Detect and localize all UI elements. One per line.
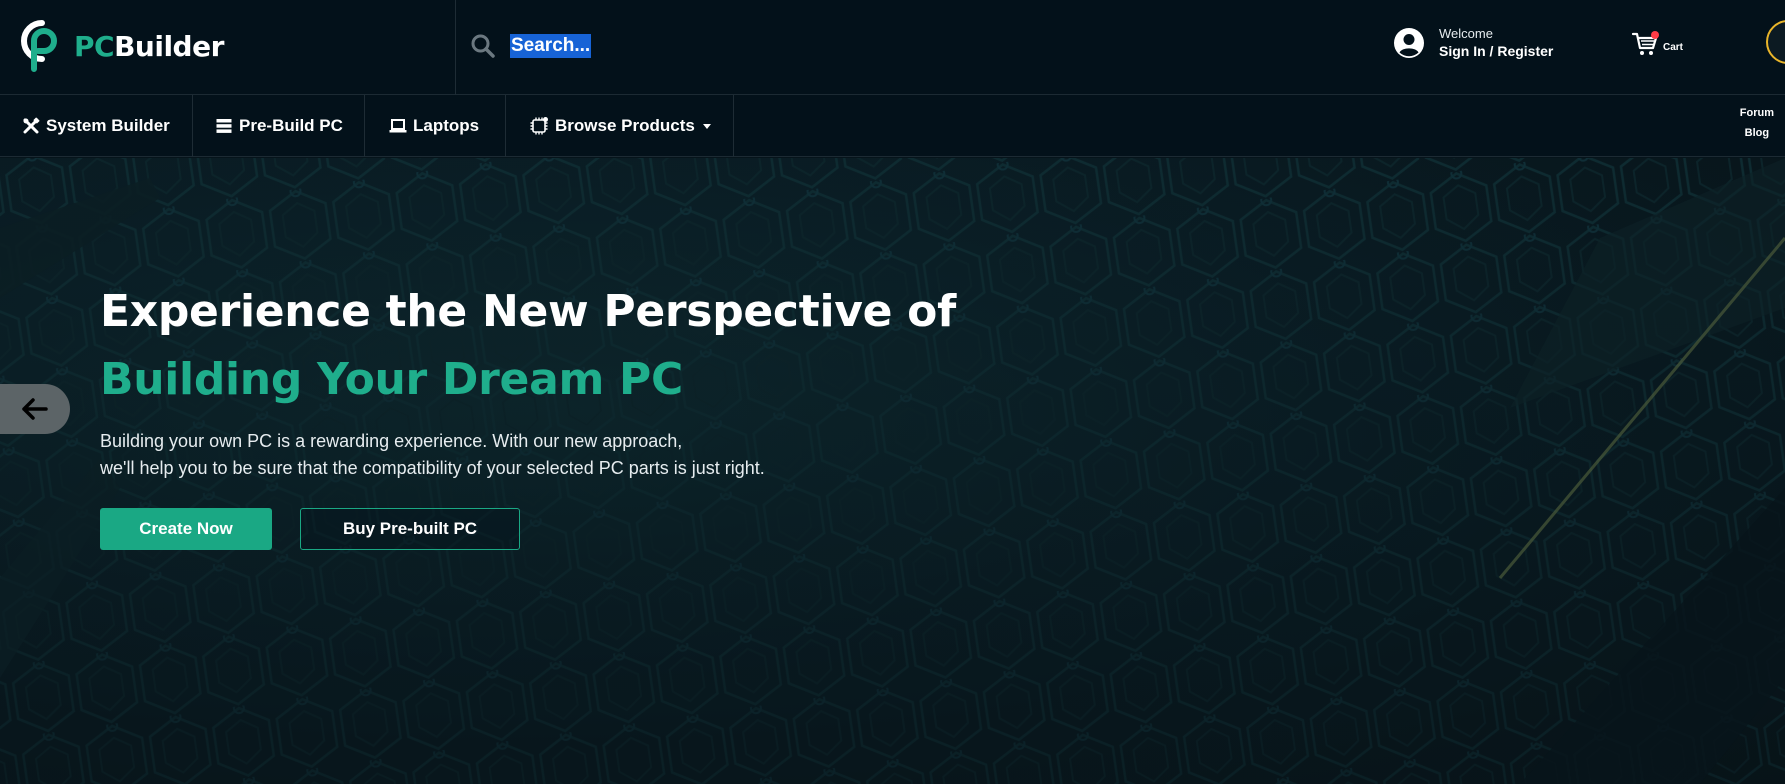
- logo-mark-icon: [21, 20, 57, 72]
- header-divider: [455, 0, 456, 95]
- hero-banner: Experience the New Perspective of Buildi…: [0, 158, 1785, 784]
- description-line-1: Building your own PC is a rewarding expe…: [100, 431, 683, 451]
- server-icon: [216, 119, 232, 133]
- carousel-prev-button[interactable]: [0, 384, 70, 434]
- description-line-2: we'll help you to be sure that the compa…: [100, 458, 765, 478]
- buy-prebuilt-pc-button[interactable]: Buy Pre-built PC: [300, 508, 520, 550]
- cart-notification-dot: [1651, 31, 1659, 39]
- forum-link[interactable]: Forum: [1740, 107, 1774, 119]
- cart-button[interactable]: Cart: [1631, 30, 1683, 58]
- arrow-left-icon: [22, 398, 48, 420]
- secondary-links: Forum Blog: [1740, 107, 1774, 139]
- account-menu[interactable]: Welcome Sign In / Register: [1393, 26, 1553, 59]
- nav-system-builder[interactable]: System Builder: [22, 95, 170, 157]
- chip-icon: [530, 117, 548, 135]
- tools-icon: [23, 117, 40, 134]
- headline-line-1: Experience the New Perspective of: [100, 286, 956, 337]
- nav-divider: [505, 95, 506, 157]
- cart-icon: [1631, 30, 1659, 58]
- nav-divider: [733, 95, 734, 157]
- cart-label: Cart: [1663, 41, 1684, 53]
- theme-toggle-button[interactable]: [1766, 20, 1785, 64]
- main-nav: System Builder Pre-Build PC Laptops Brow…: [0, 95, 1785, 157]
- hero-headline: Experience the New Perspective of Buildi…: [100, 278, 956, 414]
- brand-name: PCBuilder: [74, 29, 224, 63]
- search-bar[interactable]: Search...: [470, 24, 1170, 68]
- nav-label: Pre-Build PC: [239, 116, 343, 135]
- hero-description: Building your own PC is a rewarding expe…: [100, 428, 900, 482]
- chevron-down-icon: [702, 123, 711, 129]
- nav-label: System Builder: [46, 116, 170, 135]
- laptop-icon: [389, 119, 407, 133]
- search-icon[interactable]: [470, 33, 496, 59]
- brand-logo[interactable]: PCBuilder: [20, 18, 224, 74]
- nav-label: Laptops: [413, 116, 480, 135]
- blog-link[interactable]: Blog: [1745, 127, 1769, 139]
- nav-laptops[interactable]: Laptops: [389, 95, 479, 157]
- nav-divider: [192, 95, 193, 157]
- welcome-label: Welcome: [1439, 26, 1493, 41]
- account-text: Welcome Sign In / Register: [1439, 26, 1553, 59]
- nav-divider: [364, 95, 365, 157]
- headline-line-2: Building Your Dream PC: [100, 354, 683, 405]
- nav-browse-products[interactable]: Browse Products: [529, 95, 711, 157]
- signin-register-link[interactable]: Sign In / Register: [1439, 43, 1553, 59]
- create-now-button[interactable]: Create Now: [100, 508, 272, 550]
- top-header: PCBuilder Search... Welcome Sign In / Re…: [0, 0, 1785, 95]
- search-input[interactable]: Search...: [510, 34, 592, 58]
- user-icon: [1394, 27, 1424, 58]
- nav-label: Browse Products: [555, 116, 695, 135]
- nav-pre-build-pc[interactable]: Pre-Build PC: [215, 95, 343, 157]
